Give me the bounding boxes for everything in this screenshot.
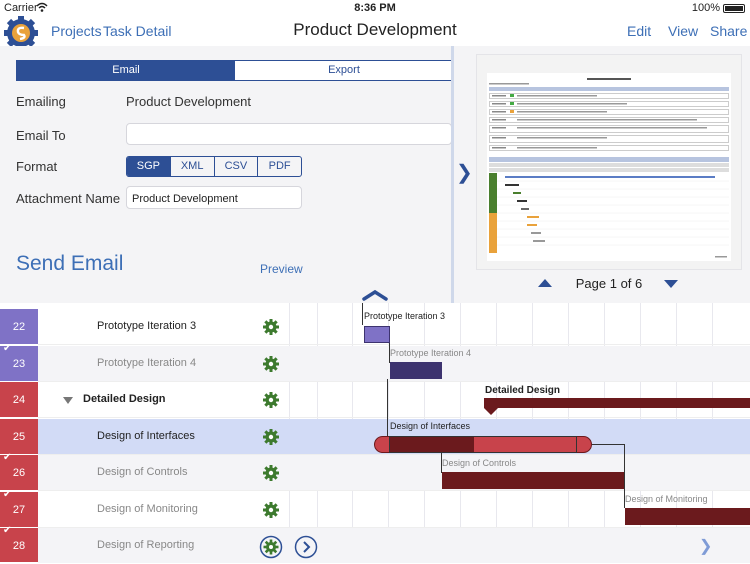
page-indicator: Page 1 of 6 [575, 276, 643, 291]
preview-thumbnail [476, 54, 742, 270]
attachment-name-label: Attachment Name [16, 191, 121, 206]
share-panel: Email Export Emailing Product Developmen… [0, 46, 750, 303]
preview-button[interactable]: Preview [260, 262, 303, 276]
gear-icon[interactable] [263, 429, 279, 445]
task-name: Design of Interfaces [97, 430, 195, 442]
view-button[interactable]: View [668, 23, 698, 39]
emailing-label: Emailing [16, 94, 66, 109]
task-number: 25 [0, 419, 38, 455]
attachment-name-field[interactable]: Product Development [126, 186, 302, 209]
task-number: ✔ 27 [0, 489, 38, 528]
gantt-bar-design-monitoring[interactable] [625, 508, 750, 525]
send-email-button[interactable]: Send Email [16, 252, 123, 276]
task-number: ✔ 28 [0, 525, 38, 563]
gantt-bar-prototype-3[interactable] [364, 326, 390, 343]
gear-icon[interactable] [263, 319, 279, 335]
dependency-line [387, 379, 388, 436]
task-number-text: 26 [12, 467, 26, 479]
scroll-right-icon[interactable]: ❯ [699, 536, 712, 556]
panel-divider [451, 46, 454, 303]
projects-link[interactable]: Projects [51, 23, 102, 39]
task-number: ✔ 23 [0, 343, 38, 382]
gantt-label-design-monitoring: Design of Monitoring [625, 494, 708, 504]
page-navigator: Page 1 of 6 [476, 270, 742, 298]
task-name: Prototype Iteration 3 [97, 320, 197, 332]
gear-icon[interactable] [263, 502, 279, 518]
share-tabs: Email Export [16, 60, 454, 81]
format-xml-button[interactable]: XML [171, 157, 215, 176]
task-number: ✔ 26 [0, 452, 38, 491]
gantt-bar-prototype-4[interactable] [390, 362, 442, 379]
task-row-26[interactable]: ✔ 26 Design of Controls [0, 452, 750, 491]
format-pdf-button[interactable]: PDF [258, 157, 301, 176]
gantt-label-prototype-3: Prototype Iteration 3 [364, 311, 446, 321]
emailing-value: Product Development [126, 94, 252, 109]
navigation-bar: Projects Task Detail Product Development… [0, 16, 750, 50]
gantt-label-prototype-4: Prototype Iteration 4 [390, 348, 472, 358]
gantt-label-design-controls: Design of Controls [442, 458, 517, 468]
checkmark-icon: ✔ [3, 452, 12, 463]
task-number-text: 27 [12, 504, 26, 516]
gantt-bar-design-controls[interactable] [442, 472, 624, 489]
task-number: 24 [0, 382, 38, 418]
edit-button[interactable]: Edit [627, 23, 651, 39]
format-selector: SGP XML CSV PDF [126, 156, 302, 177]
task-number: 22 [0, 309, 38, 345]
chevron-right-circle-icon[interactable] [294, 535, 318, 559]
task-name: Design of Monitoring [97, 503, 198, 515]
email-to-label: Email To [16, 128, 66, 143]
gantt-label-detailed-design: Detailed Design [485, 385, 561, 396]
task-name: Design of Reporting [97, 539, 195, 551]
format-sgp-button[interactable]: SGP [127, 157, 171, 176]
task-name: Prototype Iteration 4 [97, 357, 197, 369]
next-page-icon[interactable] [664, 280, 678, 288]
battery-percent: 100% [691, 2, 720, 14]
checkmark-icon: ✔ [3, 489, 12, 500]
dependency-line [362, 303, 363, 325]
task-number-text: 23 [12, 358, 26, 370]
checkmark-icon: ✔ [3, 525, 12, 536]
gantt-progress-design-interfaces [390, 437, 474, 452]
email-to-field[interactable] [126, 123, 452, 145]
gear-icon[interactable] [263, 392, 279, 408]
status-bar: Carrier 8:36 PM 100% [0, 0, 750, 16]
document-preview-image [477, 55, 741, 269]
checkmark-icon: ✔ [3, 343, 12, 354]
task-row-23[interactable]: ✔ 23 Prototype Iteration 4 [0, 343, 750, 382]
task-name: Design of Controls [97, 466, 188, 478]
share-button[interactable]: Share [710, 23, 747, 39]
format-csv-button[interactable]: CSV [215, 157, 259, 176]
battery-icon [723, 4, 745, 13]
task-name: Detailed Design [83, 393, 166, 405]
task-number-text: 28 [12, 540, 26, 552]
tab-email[interactable]: Email [17, 61, 235, 80]
gear-icon[interactable] [263, 356, 279, 372]
chevron-right-icon[interactable]: ❯ [456, 160, 473, 185]
gear-icon[interactable] [259, 535, 283, 559]
format-label: Format [16, 159, 58, 174]
app-logo-icon[interactable] [4, 16, 38, 50]
clock: 8:36 PM [354, 2, 396, 14]
disclosure-triangle-icon[interactable] [63, 397, 73, 404]
task-detail-link[interactable]: Task Detail [103, 23, 171, 39]
dependency-line [592, 444, 624, 445]
chevron-up-icon[interactable] [362, 289, 388, 301]
gantt-summary-bar-detailed-design[interactable] [484, 398, 750, 415]
gear-icon[interactable] [263, 465, 279, 481]
task-row-28[interactable]: ✔ 28 Design of Reporting ❯ [0, 525, 750, 563]
gantt-label-design-interfaces: Design of Interfaces [390, 421, 471, 431]
tab-export[interactable]: Export [235, 61, 453, 80]
